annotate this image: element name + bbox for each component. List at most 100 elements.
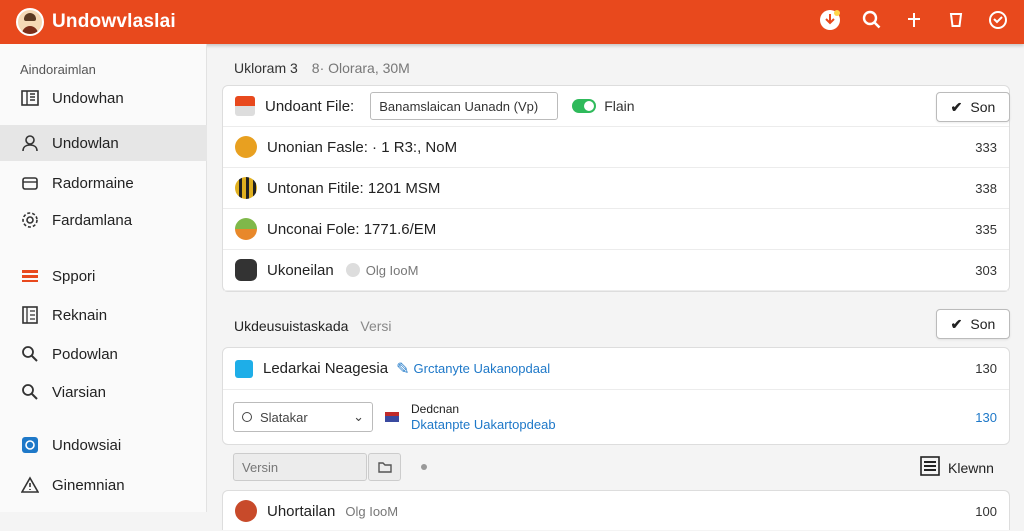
sidebar-item-ginemnian[interactable]: Ginemnian (0, 467, 207, 503)
file-flag-icon (235, 96, 255, 116)
file-row[interactable]: Unonian Fasle: · 1 R3:, NoM 333 (223, 127, 1009, 168)
detail-row[interactable]: Ledarkai Neagesia ✎ Grctanyte Uakanopdaa… (223, 348, 1009, 390)
breadcrumb: Ukloram 3 8· Olorara, 30M (234, 60, 410, 76)
check-icon: ✔ (950, 98, 963, 115)
search-icon (20, 344, 40, 364)
search-icon[interactable] (860, 8, 884, 32)
search-icon (20, 382, 40, 402)
download-badge-icon[interactable] (818, 8, 842, 32)
cup-icon[interactable] (944, 8, 968, 32)
file-row-text: Untonan Fitile: 1201 MSM (267, 179, 441, 197)
son-label: Son (970, 99, 996, 115)
file-icon (235, 218, 257, 240)
app-icon (20, 435, 40, 455)
last-row[interactable]: Uhortailan Olg IooM 100 (223, 491, 1009, 531)
file-row-num: 338 (975, 180, 997, 196)
file-row-text: Ukoneilan (267, 261, 334, 279)
sidebar-item-label: Viarsian (52, 383, 106, 401)
sidebar-item-undowsiai[interactable]: Undowsiai (0, 427, 207, 463)
flain-toggle[interactable] (572, 99, 597, 113)
top-bar: Undowvlaslai (0, 0, 1024, 44)
section-title: Ukdeusuistaskada Versi (234, 318, 392, 334)
user-icon (20, 133, 40, 153)
mini-title: Dedcnan (411, 402, 460, 416)
sidebar-item-undowlan[interactable]: Undowlan (0, 125, 207, 161)
breadcrumb-meta: 8· Olorara, 30M (311, 60, 410, 76)
sidebar-item-label: Undowlan (52, 134, 119, 152)
sidebar: Aindoraimlan Undowhan Undowlan Radormain… (0, 44, 207, 512)
last-row-num: 100 (975, 503, 997, 519)
files-card: Undoant File: Banamslaican Uanadn (Vp) F… (222, 85, 1010, 292)
version-button[interactable] (368, 453, 401, 481)
plus-icon[interactable] (902, 8, 926, 32)
folder-icon (377, 462, 392, 473)
file-icon (235, 177, 257, 199)
file-row-num: 335 (975, 221, 997, 237)
list-icon (20, 305, 40, 325)
sidebar-item-label: Ginemnian (52, 476, 125, 494)
klewnn-button[interactable]: Klewnn (920, 456, 994, 479)
list-icon (920, 456, 940, 479)
file-row-text: Unconai Fole: 1771.6/EM (267, 220, 437, 238)
mini-link[interactable]: Dkatanpte Uakartopdeab (411, 417, 556, 432)
sidebar-item-label: Sppori (52, 267, 96, 285)
file-icon (235, 259, 257, 281)
app-icon (235, 359, 253, 378)
last-row-sub: Olg IooM (345, 503, 399, 519)
sidebar-item-label: Reknain (52, 306, 108, 324)
sidebar-item-radormaine[interactable]: Radormaine (0, 165, 207, 201)
file-row[interactable]: Unconai Fole: 1771.6/EM 335 (223, 209, 1009, 250)
select-value: Slatakar (260, 409, 308, 425)
detail-row-label: Ledarkai Neagesia (263, 360, 389, 377)
warning-icon (20, 475, 40, 495)
sidebar-item-sppori[interactable]: Sppori (0, 258, 207, 294)
sidebar-item-label: Fardamlana (52, 211, 133, 229)
detail-row-link[interactable]: Grctanyte Uakanopdaal (414, 361, 551, 376)
sidebar-header: Aindoraimlan (20, 62, 96, 77)
gear-icon (20, 210, 40, 230)
sidebar-item-fardamlana[interactable]: Fardamlana (0, 202, 207, 238)
file-search-input[interactable]: Banamslaican Uanadn (Vp) (370, 92, 559, 120)
files-header-label: Undoant File: (265, 97, 355, 115)
file-row-num: 303 (975, 262, 997, 278)
chat-icon[interactable] (986, 8, 1010, 32)
book-icon (20, 88, 40, 108)
mini-info: Dedcnan Dkatanpte Uakartopdeab (411, 402, 556, 432)
son-label: Son (970, 316, 996, 332)
sidebar-item-reknain[interactable]: Reknain (0, 297, 207, 333)
section-title-text: Ukdeusuistaskada (234, 318, 349, 334)
sidebar-item-label: Radormaine (52, 174, 134, 192)
dot-indicator (421, 464, 427, 470)
sidebar-item-podowlan[interactable]: Podowlan (0, 336, 207, 372)
avatar[interactable] (16, 8, 44, 36)
sidebar-item-label: Podowlan (52, 345, 118, 363)
file-row[interactable]: Untonan Fitile: 1201 MSM 338 (223, 168, 1009, 209)
file-row[interactable]: Ukoneilan Olg IooM 303 (223, 250, 1009, 291)
son-button-2[interactable]: ✔ Son (936, 309, 1010, 339)
sidebar-item-label: Undowsiai (52, 436, 122, 454)
detail-row-2: Slatakar ⌄ Dedcnan Dkatanpte Uakartopdea… (223, 390, 1009, 444)
last-row-text: Uhortailan (267, 502, 336, 520)
file-icon (235, 136, 257, 158)
pencil-icon: ✎ (396, 360, 410, 378)
info-icon (345, 263, 360, 277)
slatakar-select[interactable]: Slatakar ⌄ (233, 402, 373, 432)
last-card: Uhortailan Olg IooM 100 (222, 490, 1010, 530)
check-icon: ✔ (950, 315, 963, 332)
sidebar-item-viarsian[interactable]: Viarsian (0, 374, 207, 410)
version-input[interactable]: Versin (233, 453, 367, 481)
box-icon (20, 173, 40, 193)
breadcrumb-title: Ukloram 3 (234, 60, 298, 76)
flag-icon (385, 412, 399, 422)
files-header-row: Undoant File: Banamslaican Uanadn (Vp) F… (223, 86, 1009, 127)
file-row-text: Unonian Fasle: · 1 R3:, NoM (267, 138, 458, 156)
sidebar-item-label: Undowhan (52, 89, 124, 107)
app-title: Undowvlaslai (52, 11, 176, 32)
toggle-label: Flain (604, 98, 635, 114)
chevron-down-icon: ⌄ (353, 409, 364, 424)
circle-icon (242, 412, 252, 422)
klewnn-label: Klewnn (948, 459, 994, 476)
top-icons (818, 8, 1010, 32)
sidebar-item-undowhan[interactable]: Undowhan (0, 80, 207, 116)
son-button[interactable]: ✔ Son (936, 92, 1010, 122)
